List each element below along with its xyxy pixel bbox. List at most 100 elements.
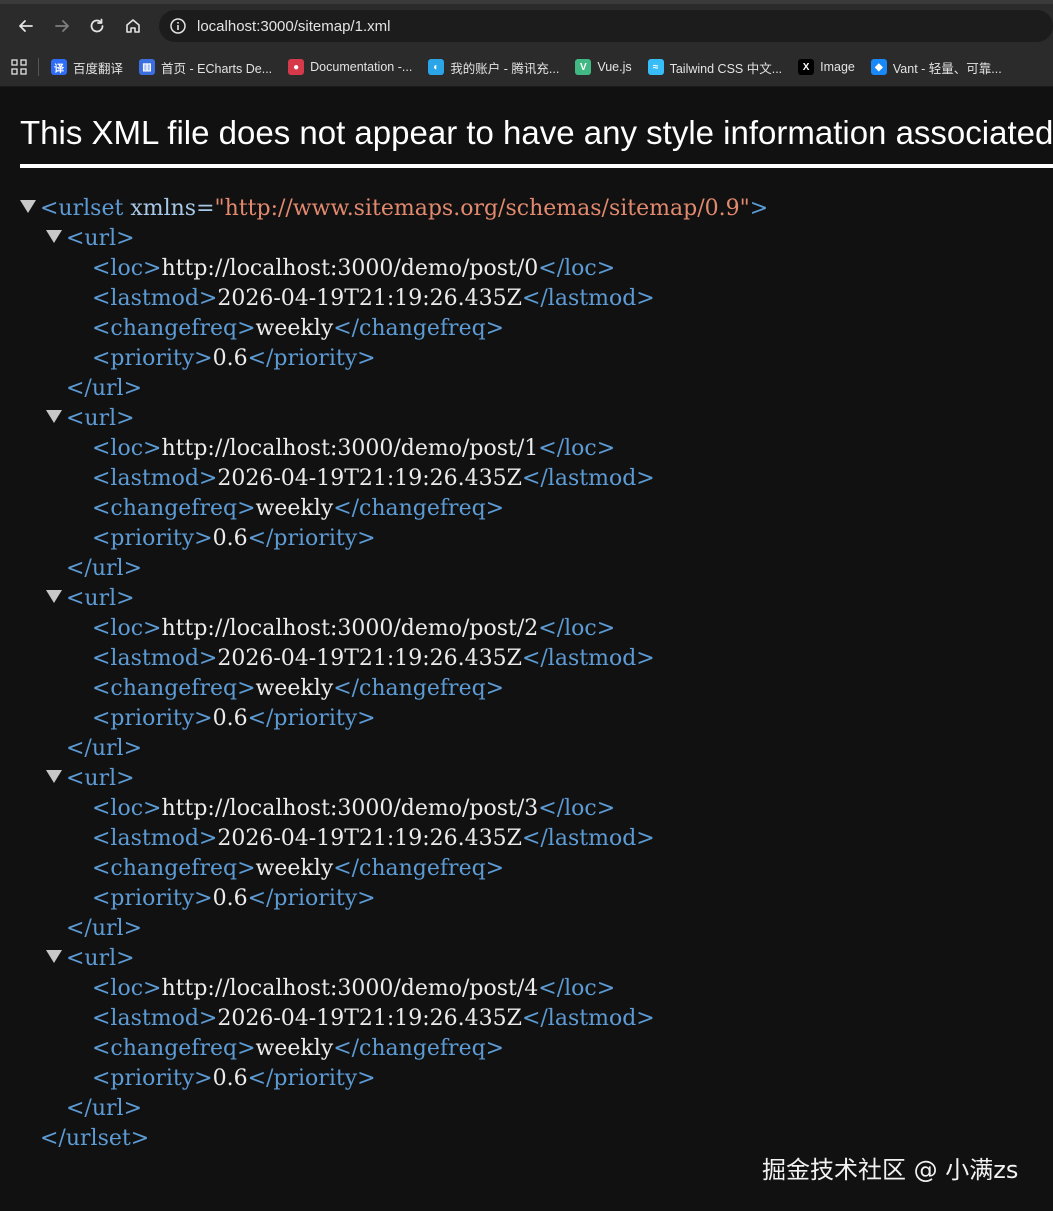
lastmod-open-tag: <lastmod> (92, 1006, 218, 1031)
changefreq-close-tag: </changefreq> (333, 676, 505, 701)
url-open-tag: <url> (66, 766, 135, 791)
lastmod-line: <lastmod>2026-04-19T21:19:26.435Z</lastm… (0, 284, 1053, 314)
changefreq-value: weekly (255, 856, 334, 881)
changefreq-line: <changefreq>weekly</changefreq> (0, 854, 1053, 884)
collapse-triangle-icon[interactable] (46, 590, 62, 603)
home-button[interactable] (115, 8, 151, 44)
address-url[interactable]: localhost:3000/sitemap/1.xml (197, 18, 390, 35)
collapse-triangle-icon[interactable] (46, 950, 62, 963)
bookmark-item[interactable]: ◆ Vant - 轻量、可靠... (870, 58, 1002, 77)
navigation-bar: localhost:3000/sitemap/1.xml (0, 4, 1053, 48)
lastmod-value: 2026-04-19T21:19:26.435Z (217, 826, 522, 851)
loc-open-tag: <loc> (92, 976, 162, 1001)
bookmark-item[interactable]: ◐ 我的账户 - 腾讯充... (428, 58, 559, 77)
lastmod-line: <lastmod>2026-04-19T21:19:26.435Z</lastm… (0, 1004, 1053, 1034)
bookmark-label: Documentation -... (310, 60, 413, 74)
arrow-left-icon (18, 20, 33, 32)
documentation-icon: ● (288, 59, 305, 75)
forward-button[interactable] (44, 8, 80, 44)
changefreq-value: weekly (255, 496, 334, 521)
priority-line: <priority>0.6</priority> (0, 704, 1053, 734)
changefreq-line: <changefreq>weekly</changefreq> (0, 1034, 1053, 1064)
url-close-line: </url> (0, 734, 1053, 764)
url-open-line: <url> (0, 944, 1053, 974)
loc-line: <loc>http://localhost:3000/demo/post/0</… (0, 254, 1053, 284)
loc-value: http://localhost:3000/demo/post/1 (161, 436, 539, 461)
changefreq-open-tag: <changefreq> (92, 856, 256, 881)
url-open-tag: <url> (66, 586, 135, 611)
bookmark-item[interactable]: X Image (798, 59, 855, 75)
url-close-tag: </url> (66, 376, 143, 401)
bookmark-item[interactable]: ▥ 首页 - ECharts De... (139, 58, 272, 77)
back-button[interactable] (8, 8, 44, 44)
address-bar[interactable]: localhost:3000/sitemap/1.xml (159, 10, 1053, 42)
bookmark-item[interactable]: ● Documentation -... (288, 59, 412, 75)
url-close-line: </url> (0, 554, 1053, 584)
loc-value: http://localhost:3000/demo/post/4 (161, 976, 539, 1001)
priority-close-tag: </priority> (247, 886, 376, 911)
urlset-open-tag-end: > (749, 196, 769, 221)
bookmark-label: 我的账户 - 腾讯充... (450, 61, 560, 76)
priority-value: 0.6 (212, 346, 248, 371)
url-open-line: <url> (0, 224, 1053, 254)
xml-tree: <urlset xmlns="http://www.sitemaps.org/s… (0, 194, 1053, 1154)
lastmod-close-tag: </lastmod> (521, 286, 655, 311)
xml-viewer-page: This XML file does not appear to have an… (0, 112, 1053, 1154)
x-icon: X (798, 59, 815, 75)
apps-grid-icon[interactable] (10, 58, 28, 76)
lastmod-value: 2026-04-19T21:19:26.435Z (217, 286, 522, 311)
url-close-line: </url> (0, 1094, 1053, 1124)
home-icon (126, 19, 140, 33)
priority-open-tag: <priority> (92, 886, 213, 911)
watermark: 掘金技术社区 @ 小满zs (762, 1156, 1019, 1184)
lastmod-close-tag: </lastmod> (521, 1006, 655, 1031)
loc-close-tag: </loc> (538, 616, 616, 641)
bookmark-label: 首页 - ECharts De... (161, 61, 273, 76)
tailwind-icon: ≈ (647, 59, 664, 75)
bookmark-item[interactable]: ≈ Tailwind CSS 中文... (647, 58, 782, 77)
baidu-translate-icon: 译 (51, 59, 67, 75)
loc-value: http://localhost:3000/demo/post/2 (161, 616, 539, 641)
priority-close-tag: </priority> (247, 1066, 376, 1091)
url-close-tag: </url> (66, 736, 143, 761)
loc-open-tag: <loc> (92, 256, 162, 281)
arrow-right-icon (54, 20, 69, 32)
lastmod-open-tag: <lastmod> (92, 286, 218, 311)
priority-open-tag: <priority> (92, 1066, 213, 1091)
reload-button[interactable] (80, 8, 116, 44)
collapse-triangle-icon[interactable] (20, 200, 36, 213)
collapse-triangle-icon[interactable] (46, 230, 62, 243)
lastmod-value: 2026-04-19T21:19:26.435Z (217, 1006, 522, 1031)
bookmark-label: 百度翻译 (73, 61, 124, 76)
vue-icon: V (575, 59, 592, 75)
lastmod-close-tag: </lastmod> (521, 826, 655, 851)
collapse-triangle-icon[interactable] (46, 770, 62, 783)
loc-open-tag: <loc> (92, 436, 162, 461)
browser-chrome: localhost:3000/sitemap/1.xml 译百度翻译 ▥ 首页 - … (0, 0, 1053, 87)
loc-open-tag: <loc> (92, 616, 162, 641)
loc-close-tag: </loc> (538, 796, 616, 821)
loc-value: http://localhost:3000/demo/post/0 (161, 256, 539, 281)
bookmark-list: 译百度翻译 ▥ 首页 - ECharts De... ● Documentation -… (51, 58, 1018, 77)
loc-close-tag: </loc> (538, 436, 616, 461)
bookmark-item[interactable]: 译百度翻译 (51, 58, 123, 77)
changefreq-close-tag: </changefreq> (333, 316, 505, 341)
changefreq-value: weekly (255, 316, 334, 341)
vant-icon: ◆ (870, 59, 887, 75)
lastmod-close-tag: </lastmod> (521, 646, 655, 671)
changefreq-open-tag: <changefreq> (92, 676, 256, 701)
url-open-line: <url> (0, 404, 1053, 434)
xmlns-attr-name: xmlns= (130, 196, 215, 221)
collapse-triangle-icon[interactable] (46, 410, 62, 423)
url-close-tag: </url> (66, 556, 143, 581)
url-open-line: <url> (0, 764, 1053, 794)
urlset-open-line: <urlset xmlns="http://www.sitemaps.org/s… (0, 194, 1053, 224)
lastmod-line: <lastmod>2026-04-19T21:19:26.435Z</lastm… (0, 464, 1053, 494)
url-close-tag: </url> (66, 916, 143, 941)
site-info-icon[interactable] (169, 17, 187, 35)
loc-line: <loc>http://localhost:3000/demo/post/1</… (0, 434, 1053, 464)
priority-open-tag: <priority> (92, 526, 213, 551)
changefreq-close-tag: </changefreq> (333, 1036, 505, 1061)
lastmod-line: <lastmod>2026-04-19T21:19:26.435Z</lastm… (0, 824, 1053, 854)
bookmark-item[interactable]: V Vue.js (575, 59, 632, 75)
